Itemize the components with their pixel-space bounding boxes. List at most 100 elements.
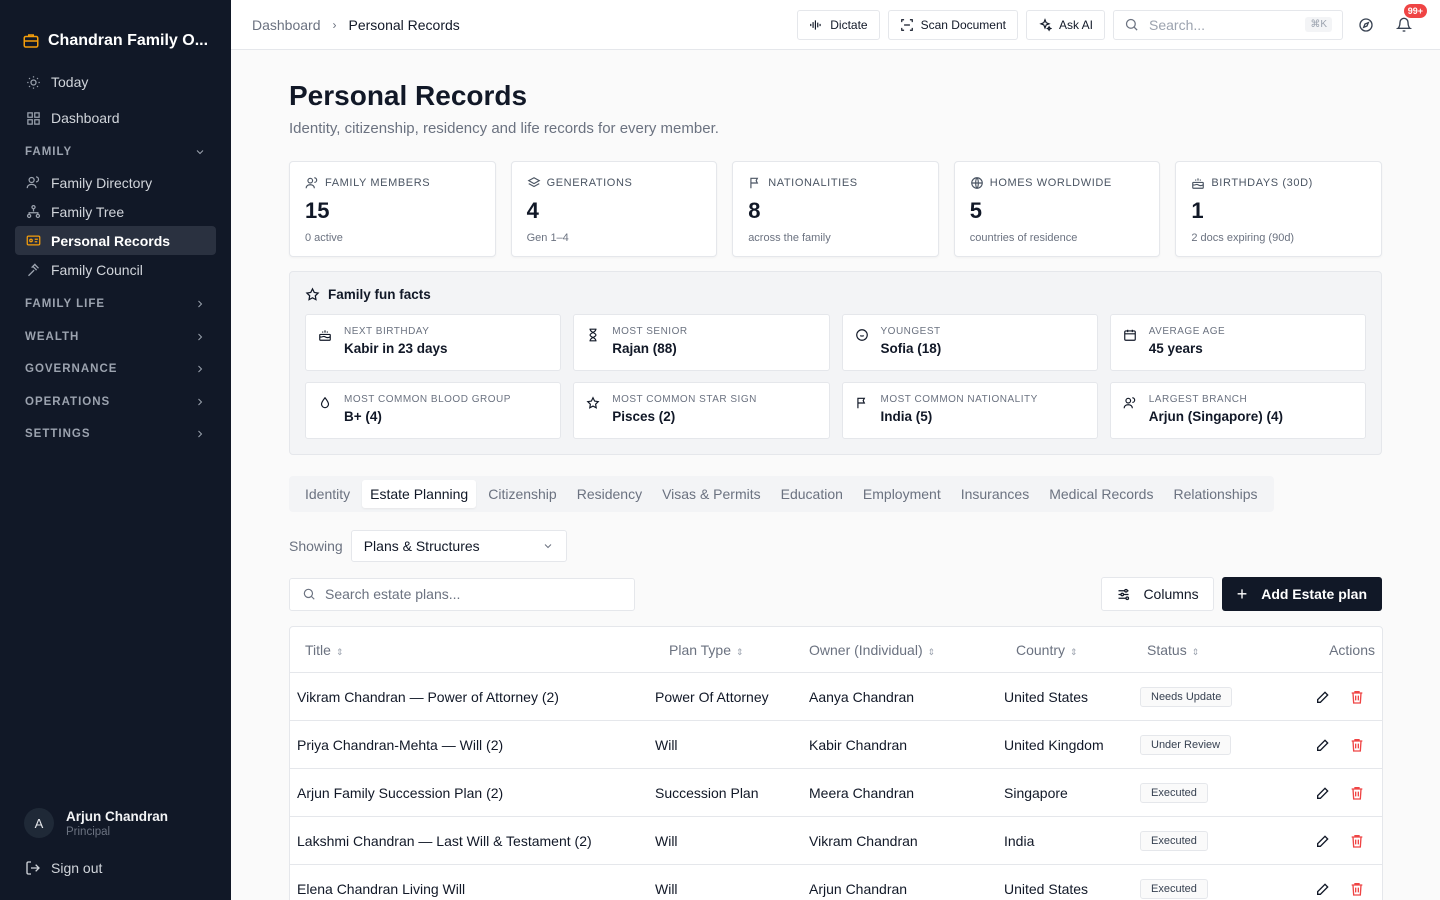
cell-country: India [1004,832,1035,849]
section-family-life[interactable]: FAMILY LIFE [15,288,216,320]
col-status[interactable]: Status ⇕ [1140,642,1300,658]
fact-label: AVERAGE AGE [1148,326,1226,337]
plan-filter-select[interactable]: Plans & Structures [350,530,567,562]
status-badge: Executed [1140,878,1208,899]
cell-country: United States [1004,688,1089,705]
edit-icon[interactable] [1315,881,1331,897]
add-estate-plan-button[interactable]: + Add Estate plan [1221,577,1382,611]
stat-card: FAMILY MEMBERS 15 0 active [289,161,496,257]
trash-icon[interactable] [1349,881,1365,897]
notification-badge: 99+ [1403,3,1427,18]
tab-visas-permits[interactable]: Visas & Permits [654,480,769,508]
stat-label: FAMILY MEMBERS [325,177,431,189]
nav-today[interactable]: Today [15,64,216,100]
col-owner[interactable]: Owner (Individual) ⇕ [809,642,1004,658]
facts-title: Family fun facts [328,287,431,302]
waveform-icon [810,19,821,30]
section-governance[interactable]: GOVERNANCE [15,353,216,385]
user-name: Arjun Chandran [66,808,169,824]
cell-country: Singapore [1004,784,1068,801]
stat-sub: countries of residence [969,232,1078,244]
col-country[interactable]: Country ⇕ [1004,642,1140,658]
nav-dashboard[interactable]: Dashboard [15,100,216,136]
star-icon [305,287,320,301]
search-placeholder: Search... [1149,16,1206,33]
tab-medical-records[interactable]: Medical Records [1041,480,1161,508]
tab-insurances[interactable]: Insurances [953,480,1037,508]
col-title[interactable]: Title ⇕ [290,642,655,658]
chevron-right-icon [198,365,203,373]
sidebar-item-family-council[interactable]: Family Council [15,255,216,284]
tab-citizenship[interactable]: Citizenship [480,480,564,508]
sidebar-item-personal-records[interactable]: Personal Records [15,226,216,255]
trash-icon[interactable] [1349,689,1365,705]
section-label: WEALTH [25,330,80,343]
edit-icon[interactable] [1315,833,1331,849]
fact-card: MOST COMMON STAR SIGN Pisces (2) [573,382,830,439]
notifications-button[interactable]: 99+ [1389,3,1427,40]
global-search-input[interactable]: Search... ⌘K [1113,9,1343,40]
cell-owner: Meera Chandran [809,784,915,801]
compass-button[interactable] [1351,10,1381,40]
col-plan-type[interactable]: Plan Type ⇕ [655,642,809,658]
table-row[interactable]: Elena Chandran Living Will Will Arjun Ch… [290,865,1382,900]
status-badge: Executed [1140,782,1208,803]
search-icon [1125,18,1138,31]
section-family[interactable]: FAMILY [15,136,216,168]
page-title: Personal Records [289,80,528,111]
fact-label: MOST COMMON NATIONALITY [880,394,1038,405]
edit-icon[interactable] [1315,737,1331,753]
tab-education[interactable]: Education [773,480,851,508]
users-icon [25,175,41,191]
tab-relationships[interactable]: Relationships [1165,480,1265,508]
cell-title: Elena Chandran Living Will [297,880,466,897]
sidebar-item-label: Family Council [51,261,143,278]
section-wealth[interactable]: WEALTH [15,321,216,353]
flag-icon [750,177,759,189]
col-type-label: Plan Type [669,641,732,658]
trash-icon[interactable] [1349,833,1365,849]
table-row[interactable]: Priya Chandran-Mehta — Will (2) Will Kab… [290,721,1382,769]
edit-icon[interactable] [1315,689,1331,705]
sun-icon [25,74,41,90]
brand[interactable]: Chandran Family O... [0,0,231,58]
breadcrumb-dashboard[interactable]: Dashboard [252,17,321,33]
trash-icon[interactable] [1349,785,1365,801]
sign-out-button[interactable]: Sign out [25,860,102,876]
fact-card: YOUNGEST Sofia (18) [841,314,1098,371]
stat-card: NATIONALITIES 8 across the family [732,161,939,257]
table-row[interactable]: Arjun Family Succession Plan (2) Success… [290,769,1382,817]
stat-card: BIRTHDAYS (30D) 1 2 docs expiring (90d) [1175,161,1382,257]
ask-ai-button[interactable]: Ask AI [1025,9,1105,40]
cell-owner: Kabir Chandran [809,736,908,753]
table-row[interactable]: Lakshmi Chandran — Last Will & Testament… [290,817,1382,865]
edit-icon[interactable] [1315,785,1331,801]
fact-label: NEXT BIRTHDAY [344,326,430,337]
columns-button[interactable]: Columns [1101,577,1214,611]
users-icon [305,177,318,189]
breadcrumb-current: Personal Records [348,16,460,33]
sidebar-item-family-directory[interactable]: Family Directory [15,168,216,197]
section-operations[interactable]: OPERATIONS [15,386,216,418]
tab-employment[interactable]: Employment [855,480,949,508]
tab-estate-planning[interactable]: Estate Planning [362,480,477,508]
cell-owner: Aanya Chandran [809,688,915,705]
fact-value: Kabir in 23 days [344,341,448,356]
stats-row: FAMILY MEMBERS 15 0 active GENERATIONS 4… [289,161,1382,257]
scan-document-button[interactable]: Scan Document [887,9,1018,40]
estate-search-input[interactable]: Search estate plans... [289,577,635,611]
tab-identity[interactable]: Identity [297,480,358,508]
droplet-icon [320,396,330,409]
table-row[interactable]: Vikram Chandran — Power of Attorney (2) … [290,673,1382,721]
trash-icon[interactable] [1349,737,1365,753]
sidebar-item-family-tree[interactable]: Family Tree [15,197,216,226]
dictate-button[interactable]: Dictate [797,9,880,40]
tab-residency[interactable]: Residency [569,480,650,508]
col-actions: Actions [1329,641,1375,658]
section-settings[interactable]: SETTINGS [15,418,216,450]
ask-ai-label: Ask AI [1058,17,1093,32]
chevron-right-icon [198,333,203,340]
user-profile[interactable]: A Arjun Chandran Principal [24,808,168,838]
col-title-label: Title [305,641,331,658]
stat-label: GENERATIONS [546,177,633,189]
